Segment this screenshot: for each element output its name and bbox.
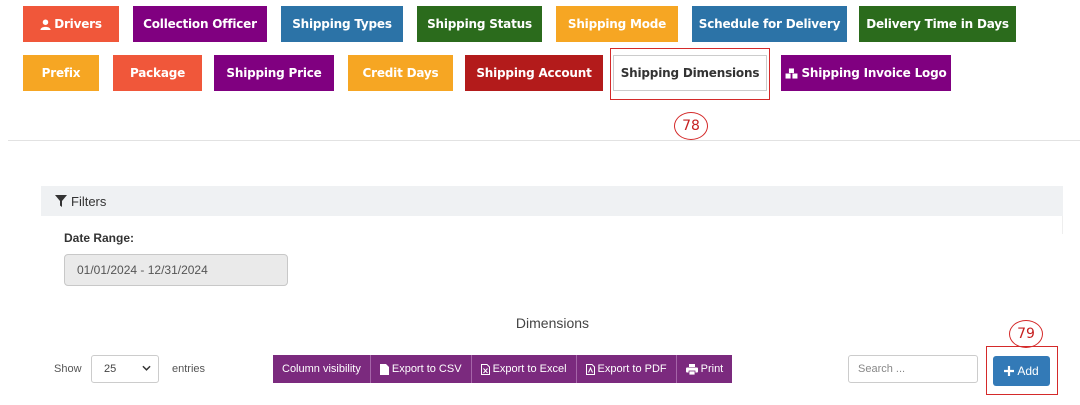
search-input[interactable]: [848, 355, 978, 383]
divider: [8, 140, 1080, 141]
annotation-marker-78: 78: [674, 112, 708, 140]
export-csv-button[interactable]: Export to CSV: [370, 355, 472, 383]
tab-label: Schedule for Delivery: [698, 17, 841, 31]
tab-label: Drivers: [54, 17, 102, 31]
tab-label: Shipping Mode: [567, 17, 667, 31]
tab-label: Delivery Time in Days: [866, 17, 1009, 31]
entries-select[interactable]: 25: [91, 355, 159, 383]
show-label: Show: [54, 363, 82, 375]
tab-label: Prefix: [41, 66, 81, 80]
tab-credit-days[interactable]: Credit Days: [348, 55, 453, 91]
filter-icon: [55, 195, 67, 207]
tab-shipping-mode[interactable]: Shipping Mode: [556, 6, 678, 42]
highlight-box-shipping-dimensions: [610, 48, 770, 100]
file-pdf-icon: [585, 363, 595, 375]
highlight-box-add: [986, 346, 1058, 395]
tab-shipping-invoice-logo[interactable]: Shipping Invoice Logo: [781, 55, 951, 91]
section-title: Dimensions: [515, 315, 590, 331]
user-icon: [40, 18, 51, 30]
tab-label: Shipping Price: [226, 66, 322, 80]
tab-label: Credit Days: [362, 66, 439, 80]
tab-schedule-for-delivery[interactable]: Schedule for Delivery: [692, 6, 847, 42]
tab-shipping-account[interactable]: Shipping Account: [465, 55, 603, 91]
tab-label: Collection Officer: [143, 17, 257, 31]
print-icon: [685, 363, 698, 375]
tab-drivers[interactable]: Drivers: [23, 6, 119, 42]
entries-label: entries: [172, 363, 206, 375]
tab-shipping-types[interactable]: Shipping Types: [281, 6, 403, 42]
export-pdf-button[interactable]: Export to PDF: [576, 355, 677, 383]
tab-label: Shipping Invoice Logo: [801, 66, 947, 80]
date-range-label: Date Range:: [64, 231, 135, 245]
tab-package[interactable]: Package: [113, 55, 202, 91]
column-visibility-button[interactable]: Column visibility: [273, 355, 371, 383]
button-label: Print: [700, 363, 724, 375]
filters-header[interactable]: Filters: [41, 186, 1063, 216]
export-excel-button[interactable]: Export to Excel: [471, 355, 577, 383]
annotation-marker-79: 79: [1009, 320, 1043, 348]
tab-shipping-status[interactable]: Shipping Status: [417, 6, 542, 42]
entries-value: 25: [104, 363, 117, 375]
tab-label: Shipping Account: [476, 66, 592, 80]
file-icon: [379, 363, 389, 375]
button-label: Column visibility: [282, 363, 361, 375]
button-label: Export to PDF: [597, 363, 667, 375]
print-button[interactable]: Print: [676, 355, 733, 383]
cubes-icon: [786, 67, 798, 79]
tab-label: Package: [129, 66, 186, 80]
button-label: Export to CSV: [391, 363, 462, 375]
filters-title: Filters: [71, 193, 107, 209]
tab-shipping-price[interactable]: Shipping Price: [214, 55, 334, 91]
tab-delivery-time-in-days[interactable]: Delivery Time in Days: [859, 6, 1016, 42]
tab-collection-officer[interactable]: Collection Officer: [133, 6, 267, 42]
tab-prefix[interactable]: Prefix: [23, 55, 99, 91]
button-label: Export to Excel: [492, 363, 567, 375]
tab-label: Shipping Types: [292, 17, 392, 31]
filters-panel: [41, 216, 1063, 234]
export-button-group: Column visibility Export to CSV Export t…: [273, 355, 733, 383]
chevron-down-icon: [142, 365, 151, 371]
date-range-input[interactable]: 01/01/2024 - 12/31/2024: [64, 254, 288, 286]
file-excel-icon: [480, 363, 490, 375]
tab-label: Shipping Status: [427, 17, 532, 31]
